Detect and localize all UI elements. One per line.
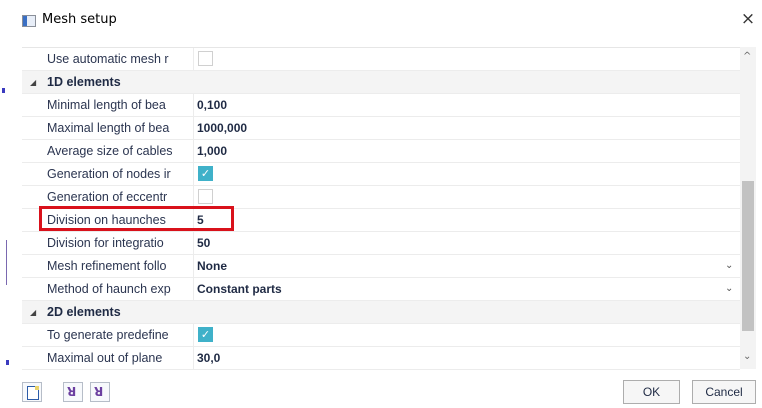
collapse-icon[interactable]: ◢ <box>30 308 36 317</box>
column-divider <box>193 163 194 186</box>
user-settings-button[interactable]: ꓤ <box>63 382 83 402</box>
property-label: To generate predefine <box>47 328 169 342</box>
chevron-down-icon[interactable]: ⌄ <box>725 260 733 271</box>
new-document-button[interactable] <box>22 382 42 402</box>
section-header[interactable]: ◢ 2D elements <box>22 301 740 324</box>
property-row[interactable]: Average size of cables 1,000 <box>22 140 740 163</box>
property-row[interactable]: Minimal length of bea 0,100 <box>22 94 740 117</box>
column-divider <box>193 117 194 140</box>
property-row[interactable]: Use automatic mesh r <box>22 48 740 71</box>
document-icon <box>27 386 39 400</box>
property-value[interactable]: 1000,000 <box>197 121 247 135</box>
property-row[interactable]: Method of haunch exp Constant parts ⌄ <box>22 278 740 301</box>
property-row[interactable]: Maximal out of plane 30,0 <box>22 347 740 370</box>
background-canvas-edge <box>0 40 10 370</box>
collapse-icon[interactable]: ◢ <box>30 78 36 87</box>
property-value[interactable]: 30,0 <box>197 351 220 365</box>
property-checkbox[interactable]: ✓ <box>198 166 213 181</box>
column-divider <box>193 324 194 347</box>
property-label: Generation of nodes ir <box>47 167 171 181</box>
column-divider <box>193 232 194 255</box>
property-label: Mesh refinement follo <box>47 259 167 273</box>
section-label: 2D elements <box>47 305 121 319</box>
vertical-scrollbar[interactable]: ^ ⌄ <box>740 47 756 369</box>
property-value[interactable]: 0,100 <box>197 98 227 112</box>
property-select[interactable]: Constant parts <box>197 282 282 296</box>
column-divider <box>193 347 194 370</box>
property-label: Minimal length of bea <box>47 98 166 112</box>
canvas-mark <box>6 240 10 285</box>
property-label: Division for integratio <box>47 236 164 250</box>
close-icon[interactable]: × <box>738 9 758 29</box>
column-divider <box>193 94 194 117</box>
user-group-icon: ꓤ <box>67 385 77 399</box>
property-checkbox[interactable]: ✓ <box>198 327 213 342</box>
user-settings-alt-button[interactable]: ꓤ <box>90 382 110 402</box>
property-label: Generation of eccentr <box>47 190 168 204</box>
property-checkbox[interactable] <box>198 51 213 66</box>
canvas-mark <box>2 88 5 93</box>
property-label: Maximal out of plane <box>47 351 163 365</box>
column-divider <box>193 48 194 71</box>
property-select[interactable]: None <box>197 259 227 273</box>
property-label: Method of haunch exp <box>47 282 171 296</box>
property-checkbox[interactable] <box>198 189 213 204</box>
property-row[interactable]: Mesh refinement follo None ⌄ <box>22 255 740 278</box>
property-label: Average size of cables <box>47 144 173 158</box>
column-divider <box>193 255 194 278</box>
column-divider <box>193 278 194 301</box>
scroll-up-icon[interactable]: ^ <box>743 51 751 62</box>
section-header[interactable]: ◢ 1D elements <box>22 71 740 94</box>
property-row[interactable]: Division for integratio 50 <box>22 232 740 255</box>
cancel-button[interactable]: Cancel <box>692 380 756 404</box>
property-label: Maximal length of bea <box>47 121 170 135</box>
window-icon <box>22 15 36 27</box>
property-value[interactable]: 50 <box>197 236 210 250</box>
scrollbar-thumb[interactable] <box>742 181 754 331</box>
column-divider <box>193 140 194 163</box>
ok-button[interactable]: OK <box>623 380 680 404</box>
scroll-down-icon[interactable]: ⌄ <box>743 351 751 362</box>
mesh-setup-dialog: Mesh setup × Use automatic mesh r ◢ 1D ele… <box>0 0 762 408</box>
canvas-mark <box>6 360 9 365</box>
property-value[interactable]: 1,000 <box>197 144 227 158</box>
property-row[interactable]: Maximal length of bea 1000,000 <box>22 117 740 140</box>
property-row[interactable]: To generate predefine ✓ <box>22 324 740 347</box>
property-row[interactable]: Generation of nodes ir ✓ <box>22 163 740 186</box>
property-label: Use automatic mesh r <box>47 52 169 66</box>
chevron-down-icon[interactable]: ⌄ <box>725 283 733 294</box>
user-group-alt-icon: ꓤ <box>94 385 104 399</box>
section-label: 1D elements <box>47 75 121 89</box>
title-bar: Mesh setup × <box>0 0 762 40</box>
highlight-box-division-on-haunches <box>39 206 234 231</box>
window-title: Mesh setup <box>42 12 117 27</box>
